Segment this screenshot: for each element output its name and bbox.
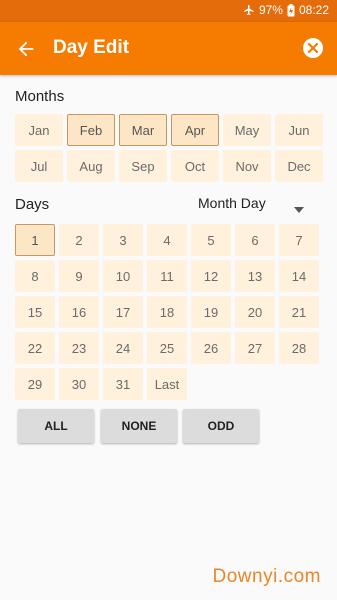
clock: 08:22 <box>298 3 329 17</box>
app-bar: Day Edit <box>0 22 337 75</box>
day-cell-24[interactable]: 24 <box>103 332 143 364</box>
month-cell-jul[interactable]: Jul <box>15 150 63 182</box>
month-cell-sep[interactable]: Sep <box>119 150 167 182</box>
day-cell-11[interactable]: 11 <box>147 260 187 292</box>
page-title: Day Edit <box>53 37 130 58</box>
odd-button[interactable]: ODD <box>183 409 259 443</box>
day-cell-15[interactable]: 15 <box>15 296 55 328</box>
month-cell-aug[interactable]: Aug <box>67 150 115 182</box>
months-grid: Jan Feb Mar Apr May Jun Jul Aug Sep Oct Nov Dec <box>15 114 323 182</box>
day-cell-31[interactable]: 31 <box>103 368 143 400</box>
day-cell-22[interactable]: 22 <box>15 332 55 364</box>
day-cell-29[interactable]: 29 <box>15 368 55 400</box>
day-cell-4[interactable]: 4 <box>147 224 187 256</box>
day-cell-21[interactable]: 21 <box>279 296 319 328</box>
day-cell-28[interactable]: 28 <box>279 332 319 364</box>
day-cell-last[interactable]: Last <box>147 368 187 400</box>
day-cell-17[interactable]: 17 <box>103 296 143 328</box>
watermark: Downyi.com <box>212 566 321 587</box>
day-cell-9[interactable]: 9 <box>59 260 99 292</box>
day-cell-5[interactable]: 5 <box>191 224 231 256</box>
month-cell-may[interactable]: May <box>223 114 271 146</box>
day-cell-7[interactable]: 7 <box>279 224 319 256</box>
months-label: Months <box>15 88 65 105</box>
day-cell-16[interactable]: 16 <box>59 296 99 328</box>
day-mode-value: Month Day <box>198 195 266 211</box>
day-mode-dropdown[interactable]: Month Day <box>198 193 308 215</box>
day-cell-10[interactable]: 10 <box>103 260 143 292</box>
month-cell-feb[interactable]: Feb <box>67 114 115 146</box>
day-cell-20[interactable]: 20 <box>235 296 275 328</box>
day-cell-26[interactable]: 26 <box>191 332 231 364</box>
close-icon[interactable] <box>302 37 324 59</box>
day-cell-23[interactable]: 23 <box>59 332 99 364</box>
battery-percent: 97% <box>258 3 283 17</box>
day-cell-1[interactable]: 1 <box>15 224 55 256</box>
month-cell-jan[interactable]: Jan <box>15 114 63 146</box>
day-cell-18[interactable]: 18 <box>147 296 187 328</box>
day-cell-14[interactable]: 14 <box>279 260 319 292</box>
day-cell-8[interactable]: 8 <box>15 260 55 292</box>
month-cell-apr[interactable]: Apr <box>171 114 219 146</box>
status-bar: 97% 08:22 <box>0 0 337 22</box>
month-cell-oct[interactable]: Oct <box>171 150 219 182</box>
dropdown-arrow-icon <box>294 200 304 213</box>
month-cell-nov[interactable]: Nov <box>223 150 271 182</box>
day-cell-30[interactable]: 30 <box>59 368 99 400</box>
month-cell-jun[interactable]: Jun <box>275 114 323 146</box>
day-cell-3[interactable]: 3 <box>103 224 143 256</box>
day-cell-19[interactable]: 19 <box>191 296 231 328</box>
month-cell-dec[interactable]: Dec <box>275 150 323 182</box>
day-cell-25[interactable]: 25 <box>147 332 187 364</box>
days-grid: 1 2 3 4 5 6 7 8 9 10 11 12 13 14 15 16 17 18 19 20 21 22 23 24 2… <box>15 224 319 400</box>
month-cell-mar[interactable]: Mar <box>119 114 167 146</box>
none-button[interactable]: NONE <box>101 409 177 443</box>
days-label: Days <box>15 196 50 213</box>
day-cell-2[interactable]: 2 <box>59 224 99 256</box>
airplane-icon <box>243 4 255 16</box>
battery-charging-icon <box>287 3 295 17</box>
day-cell-13[interactable]: 13 <box>235 260 275 292</box>
day-cell-6[interactable]: 6 <box>235 224 275 256</box>
back-arrow-icon[interactable] <box>15 38 37 60</box>
day-cell-27[interactable]: 27 <box>235 332 275 364</box>
all-button[interactable]: ALL <box>18 409 94 443</box>
day-cell-12[interactable]: 12 <box>191 260 231 292</box>
